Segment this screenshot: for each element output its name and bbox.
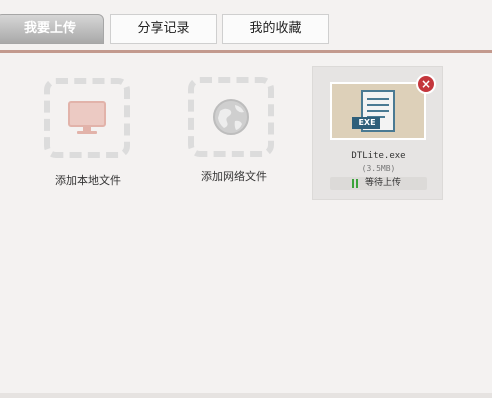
- file-name: DTLite.exe: [351, 151, 406, 161]
- tab-share-records[interactable]: 分享记录: [110, 14, 217, 44]
- tab-underline: [0, 50, 492, 53]
- upload-status-text: 等待上传: [365, 178, 402, 188]
- bottom-divider: [0, 393, 492, 398]
- monitor-icon: [68, 101, 106, 134]
- pause-icon[interactable]: [352, 179, 359, 188]
- exe-file-icon: [352, 90, 395, 132]
- upload-status-bar: 等待上传: [330, 177, 427, 190]
- add-network-file-button[interactable]: [188, 77, 274, 157]
- file-size: (3.5MB): [361, 164, 396, 173]
- close-icon[interactable]: ×: [416, 74, 436, 94]
- globe-icon: [213, 99, 249, 135]
- add-local-file-label: 添加本地文件: [55, 174, 121, 187]
- file-thumbnail: EXE: [330, 82, 426, 140]
- file-type-label: EXE: [358, 118, 376, 127]
- add-network-file-label: 添加网络文件: [201, 170, 267, 183]
- tab-bar: 我要上传 分享记录 我的收藏: [0, 0, 492, 53]
- add-local-file-button[interactable]: [44, 78, 130, 158]
- tab-favorites[interactable]: 我的收藏: [222, 14, 329, 44]
- tab-upload[interactable]: 我要上传: [0, 14, 104, 44]
- upload-file-card: EXE × DTLite.exe (3.5MB) 等待上传: [312, 66, 443, 200]
